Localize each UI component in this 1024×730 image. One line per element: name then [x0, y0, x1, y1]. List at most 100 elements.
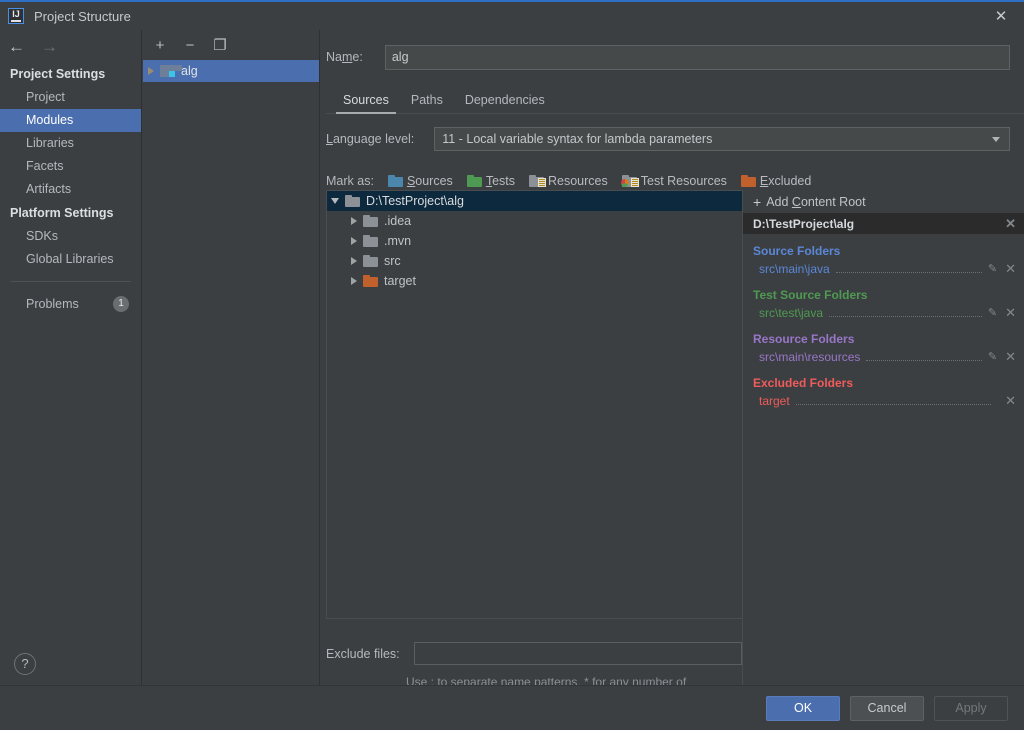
tab-dependencies[interactable]: Dependencies — [454, 93, 556, 113]
window-title: Project Structure — [34, 8, 131, 24]
add-module-icon[interactable]: + — [153, 38, 167, 53]
remove-module-icon[interactable]: − — [183, 38, 197, 53]
folder-grey-icon — [345, 195, 360, 207]
resource-folder-row[interactable]: src\main\resources ✎ ✕ — [743, 347, 1024, 366]
module-name-input[interactable] — [384, 44, 1010, 70]
tree-row-target[interactable]: target — [327, 271, 742, 291]
source-folder-row[interactable]: src\main\java ✎ ✕ — [743, 259, 1024, 278]
close-icon[interactable]: ✕ — [978, 2, 1024, 30]
sidebar-item-facets[interactable]: Facets — [0, 155, 141, 178]
exclude-files-input[interactable] — [413, 642, 742, 665]
problems-label: Problems — [26, 296, 79, 311]
copy-module-icon[interactable]: ❐ — [213, 38, 227, 53]
mark-as-excluded-label: Excluded — [759, 174, 812, 188]
language-level-value: 11 - Local variable syntax for lambda pa… — [442, 132, 713, 146]
test-source-folder-path: src\test\java — [759, 305, 824, 320]
back-arrow-icon[interactable]: ← — [8, 38, 25, 55]
sidebar-group-project-settings: Project Settings — [10, 67, 106, 81]
section-title-source-folders: Source Folders — [753, 244, 841, 258]
plus-icon: + — [753, 193, 762, 210]
add-content-root-label: Add Content Root — [766, 194, 866, 209]
tree-row-mvn[interactable]: .mvn — [327, 231, 742, 251]
exclude-files-row: Exclude files: — [326, 642, 742, 665]
expand-triangle-icon[interactable] — [351, 217, 357, 225]
content-root-path: D:\TestProject\alg — [753, 216, 855, 231]
remove-content-root-icon[interactable]: ✕ — [1005, 217, 1016, 230]
remove-folder-icon[interactable]: ✕ — [1005, 262, 1016, 275]
expand-triangle-icon[interactable] — [351, 277, 357, 285]
module-list-item-alg[interactable]: alg — [143, 60, 319, 82]
tab-sources[interactable]: Sources — [332, 93, 400, 114]
remove-folder-icon[interactable]: ✕ — [1005, 394, 1016, 407]
logo-text: IJ — [12, 9, 20, 19]
cancel-button[interactable]: Cancel — [850, 696, 924, 721]
section-title-resource-folders: Resource Folders — [753, 332, 855, 346]
problems-count-badge: 1 — [113, 295, 129, 312]
sidebar-item-global-libraries[interactable]: Global Libraries — [0, 248, 141, 271]
sidebar-item-project[interactable]: Project — [0, 86, 141, 109]
expand-triangle-icon[interactable] — [351, 237, 357, 245]
module-name-label: alg — [181, 64, 198, 78]
dialog-button-bar: OK Cancel Apply — [0, 685, 1024, 730]
tree-row-idea[interactable]: .idea — [327, 211, 742, 231]
exclude-files-label: Exclude files: — [326, 646, 400, 661]
excluded-folder-row[interactable]: target ✕ — [743, 391, 1024, 410]
add-content-root-button[interactable]: + Add Content Root — [743, 190, 1024, 213]
mark-as-resources-label: Resources — [548, 174, 608, 188]
edit-pencil-icon[interactable]: ✎ — [988, 306, 997, 319]
folder-grey-icon — [363, 235, 378, 247]
logo-underbar — [11, 20, 21, 22]
mark-as-sources-button[interactable]: Sources — [387, 174, 453, 188]
tree-row-label: D:\TestProject\alg — [366, 194, 464, 208]
mark-as-test-resources-label: Test Resources — [640, 174, 727, 188]
settings-sidebar: ← → Project Settings Project Modules Lib… — [0, 30, 142, 687]
mark-as-sources-label: Sources — [406, 174, 453, 188]
mark-as-row: Mark as: Sources Tests Resources Test Re… — [326, 170, 1024, 192]
sidebar-item-libraries[interactable]: Libraries — [0, 132, 141, 155]
remove-folder-icon[interactable]: ✕ — [1005, 350, 1016, 363]
help-icon[interactable]: ? — [14, 653, 36, 675]
excluded-folder-path: target — [759, 393, 790, 408]
tab-paths[interactable]: Paths — [400, 93, 454, 113]
folder-resources-icon — [529, 175, 546, 187]
tree-row-label: src — [384, 254, 401, 268]
sidebar-item-problems[interactable]: Problems 1 — [0, 292, 141, 315]
language-level-label: Language level: — [326, 132, 415, 146]
tree-row-label: .mvn — [384, 234, 412, 248]
folder-blue-icon — [387, 175, 403, 187]
edit-pencil-icon[interactable]: ✎ — [988, 350, 997, 363]
mark-as-tests-button[interactable]: Tests — [466, 174, 515, 188]
remove-folder-icon[interactable]: ✕ — [1005, 306, 1016, 319]
dotted-leader — [795, 404, 992, 405]
edit-pencil-icon[interactable]: ✎ — [988, 262, 997, 275]
tree-row-root[interactable]: D:\TestProject\alg — [327, 191, 742, 211]
dotted-leader — [866, 360, 982, 361]
mark-as-excluded-button[interactable]: Excluded — [740, 174, 812, 188]
sidebar-item-sdks[interactable]: SDKs — [0, 225, 141, 248]
mark-as-tests-label: Tests — [485, 174, 515, 188]
tree-row-label: target — [384, 274, 416, 288]
modules-toolbar: + − ❐ — [143, 30, 319, 60]
collapse-triangle-icon[interactable] — [331, 198, 339, 204]
apply-button[interactable]: Apply — [934, 696, 1008, 721]
mark-as-label: Mark as: — [326, 174, 374, 188]
expand-triangle-icon[interactable] — [148, 67, 154, 75]
test-source-folder-row[interactable]: src\test\java ✎ ✕ — [743, 303, 1024, 322]
module-folder-icon — [160, 65, 182, 77]
mark-as-resources-button[interactable]: Resources — [529, 174, 608, 188]
sidebar-item-artifacts[interactable]: Artifacts — [0, 178, 141, 201]
language-level-select[interactable]: 11 - Local variable syntax for lambda pa… — [434, 127, 1010, 151]
tree-row-src[interactable]: src — [327, 251, 742, 271]
sidebar-item-modules[interactable]: Modules — [0, 109, 141, 132]
sidebar-divider — [10, 281, 131, 282]
dotted-leader — [835, 272, 982, 273]
section-title-test-source-folders: Test Source Folders — [753, 288, 868, 302]
ok-button[interactable]: OK — [766, 696, 840, 721]
content-roots-panel: + Add Content Root D:\TestProject\alg ✕ … — [742, 190, 1024, 719]
expand-triangle-icon[interactable] — [351, 257, 357, 265]
mark-as-test-resources-button[interactable]: Test Resources — [620, 174, 727, 188]
forward-arrow-icon[interactable]: → — [41, 38, 58, 55]
chevron-down-icon[interactable] — [992, 137, 1000, 142]
module-editor-pane: Name: Sources Paths Dependencies Languag… — [320, 30, 1024, 719]
sidebar-group-platform-settings: Platform Settings — [10, 206, 114, 220]
